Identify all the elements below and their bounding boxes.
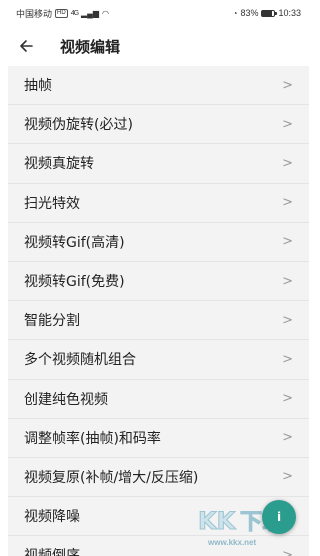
status-bar: 中国移动 HD 4G ▂▄▆ ◠ ◔ 83% 10:33: [0, 0, 317, 26]
menu-item-label: 视频转Gif(免费): [24, 274, 125, 291]
menu-item-label: 抽帧: [24, 78, 52, 95]
menu-item[interactable]: 抽帧 >: [8, 66, 309, 106]
menu-item-label: 视频真旋转: [24, 156, 94, 173]
chevron-right-icon: >: [282, 312, 293, 328]
menu-item-label: 智能分割: [24, 313, 80, 330]
signal-icon: ▂▄▆: [81, 8, 100, 18]
menu-item-label: 扫光特效: [24, 195, 80, 212]
menu-item[interactable]: 视频倒序 >: [8, 536, 309, 556]
menu-item[interactable]: 视频转Gif(免费) >: [8, 262, 309, 302]
chevron-right-icon: >: [282, 195, 293, 211]
menu-item-label: 调整帧率(抽帧)和码率: [24, 430, 161, 447]
battery-fill: [262, 10, 273, 16]
info-button[interactable]: i: [262, 500, 296, 534]
chevron-right-icon: >: [282, 77, 293, 93]
clock: 10:33: [278, 8, 301, 18]
status-left: 中国移动 HD 4G ▂▄▆ ◠: [16, 7, 109, 20]
arrow-left-icon: [20, 40, 33, 52]
menu-item-label: 视频复原(补帧/增大/反压缩): [24, 469, 199, 486]
info-icon: i: [276, 510, 282, 524]
svg-text:KK: KK: [198, 507, 237, 535]
menu-item[interactable]: 扫光特效 >: [8, 184, 309, 223]
status-right: ◔ 83% 10:33: [233, 8, 301, 18]
menu-item[interactable]: 调整帧率(抽帧)和码率 >: [8, 419, 309, 458]
menu-item[interactable]: 创建纯色视频 >: [8, 380, 309, 419]
menu-item-label: 多个视频随机组合: [24, 352, 136, 369]
battery-icon: [261, 9, 278, 17]
chevron-right-icon: >: [282, 469, 293, 485]
chevron-right-icon: >: [282, 430, 293, 446]
menu-item[interactable]: 视频复原(补帧/增大/反压缩) >: [8, 458, 309, 498]
menu-item[interactable]: 多个视频随机组合 >: [8, 340, 309, 380]
chevron-right-icon: >: [282, 155, 293, 171]
page-title: 视频编辑: [60, 37, 121, 56]
chevron-right-icon: >: [282, 547, 293, 556]
battery-percent: 83%: [240, 8, 259, 18]
menu-item[interactable]: 视频伪旋转(必过) >: [8, 105, 309, 145]
chevron-right-icon: >: [282, 273, 293, 289]
watermark-url: www.kkx.net: [208, 538, 257, 547]
alarm-icon: ◔: [232, 8, 238, 18]
wifi-icon: ◠: [102, 8, 109, 18]
network-label: 4G: [70, 9, 79, 17]
menu-item[interactable]: 智能分割 >: [8, 301, 309, 341]
back-button[interactable]: [16, 36, 36, 56]
menu-item-label: 视频转Gif(高清): [24, 234, 125, 251]
chevron-right-icon: >: [282, 116, 293, 132]
chevron-right-icon: >: [282, 234, 293, 250]
menu-item-label: 视频倒序: [24, 545, 80, 556]
menu-item-label: 视频伪旋转(必过): [24, 117, 133, 134]
carrier-label: 中国移动: [16, 8, 53, 19]
menu-item[interactable]: 视频真旋转 >: [8, 144, 309, 184]
app-bar: 视频编辑: [0, 26, 317, 66]
hd-badge: HD: [55, 8, 68, 18]
chevron-right-icon: >: [282, 351, 293, 367]
menu-item-label: 视频降噪: [24, 509, 80, 526]
menu-item[interactable]: 视频转Gif(高清) >: [8, 223, 309, 262]
chevron-right-icon: >: [282, 391, 293, 407]
menu-item-label: 创建纯色视频: [24, 391, 108, 408]
menu-list: 抽帧 > 视频伪旋转(必过) > 视频真旋转 > 扫光特效 > 视频转Gif(高清) > 视频转Gi…: [8, 66, 309, 556]
